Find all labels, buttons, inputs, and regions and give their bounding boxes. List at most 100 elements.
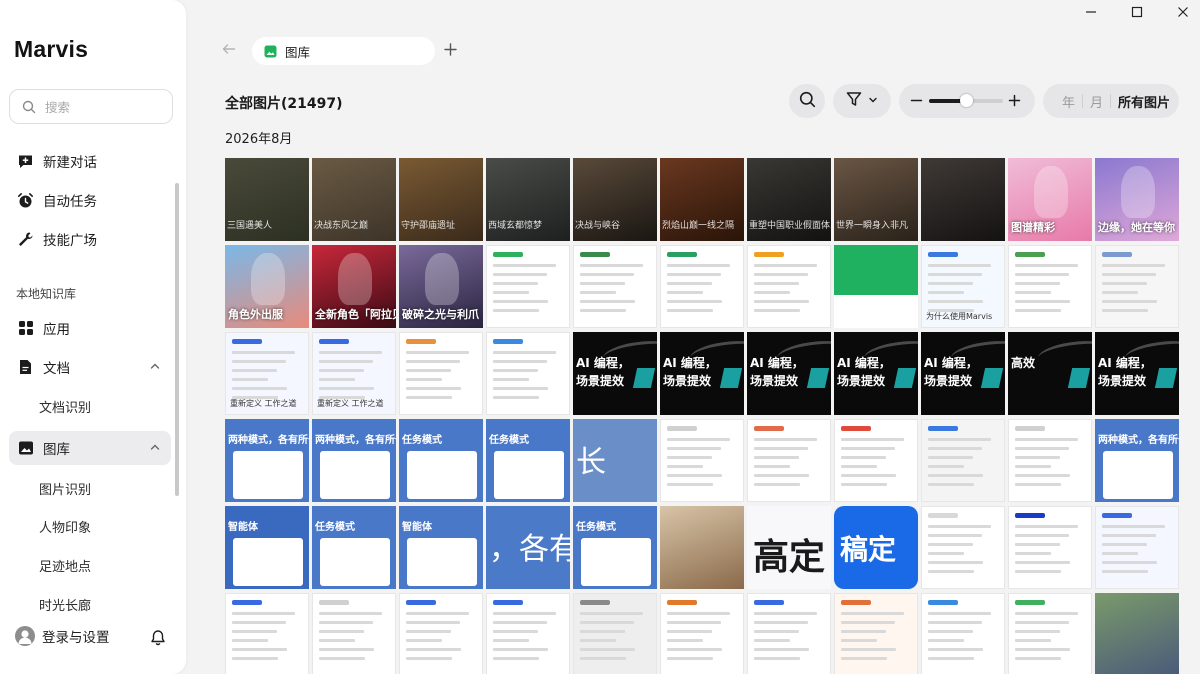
photo-thumbnail[interactable]: 稿定 bbox=[834, 506, 918, 589]
zoom-slider[interactable] bbox=[929, 94, 1003, 107]
maximize-icon[interactable] bbox=[1129, 4, 1145, 20]
photo-thumbnail[interactable]: 烈焰山巅一线之隔 bbox=[660, 158, 744, 241]
photo-thumbnail[interactable]: 全新角色「阿拉贝拉」 bbox=[312, 245, 396, 328]
sidebar-item-people[interactable]: 人物印象 bbox=[9, 509, 171, 543]
photo-thumbnail[interactable]: AI 编程， 场景提效 bbox=[834, 332, 918, 415]
photo-thumbnail[interactable] bbox=[921, 593, 1005, 674]
photo-thumbnail[interactable] bbox=[1095, 245, 1179, 328]
login-settings-button[interactable]: 登录与设置 bbox=[15, 626, 110, 646]
photo-thumbnail[interactable] bbox=[921, 506, 1005, 589]
photo-thumbnail[interactable] bbox=[1008, 593, 1092, 674]
photo-thumbnail[interactable] bbox=[573, 245, 657, 328]
photo-thumbnail[interactable] bbox=[486, 593, 570, 674]
photo-thumbnail[interactable] bbox=[312, 593, 396, 674]
photo-thumbnail[interactable] bbox=[1008, 245, 1092, 328]
sidebar-item-apps[interactable]: 应用 bbox=[9, 311, 171, 345]
photo-thumbnail[interactable] bbox=[660, 245, 744, 328]
sidebar-item-places[interactable]: 足迹地点 bbox=[9, 548, 171, 582]
photo-thumbnail[interactable]: 任务模式 bbox=[573, 506, 657, 589]
segment-year[interactable]: 年 bbox=[1055, 92, 1082, 111]
photo-thumbnail[interactable]: 三国遇美人 bbox=[225, 158, 309, 241]
sidebar-item-documents[interactable]: 文档 bbox=[9, 350, 171, 384]
photo-thumbnail[interactable]: 决战与峡谷 bbox=[573, 158, 657, 241]
sidebar-item-doc-recognition[interactable]: 文档识别 bbox=[9, 389, 171, 423]
photo-thumbnail[interactable]: AI 编程， 场景提效 bbox=[573, 332, 657, 415]
photo-thumbnail[interactable]: 重塑中国职业假面体系 bbox=[747, 158, 831, 241]
chevron-up-icon[interactable] bbox=[149, 360, 161, 372]
photo-thumbnail[interactable] bbox=[486, 332, 570, 415]
photo-thumbnail[interactable] bbox=[486, 245, 570, 328]
photo-thumbnail[interactable] bbox=[921, 158, 1005, 241]
photo-thumbnail[interactable]: 边缘，她在等你 bbox=[1095, 158, 1179, 241]
photo-thumbnail[interactable] bbox=[834, 245, 918, 328]
photo-thumbnail[interactable] bbox=[660, 419, 744, 502]
search-button[interactable] bbox=[789, 84, 825, 118]
photo-thumbnail[interactable] bbox=[399, 593, 483, 674]
segment-all-photos[interactable]: 所有图片 bbox=[1111, 92, 1177, 111]
minimize-icon[interactable] bbox=[1083, 4, 1099, 20]
photo-thumbnail[interactable]: 任务模式 bbox=[486, 419, 570, 502]
zoom-slider-knob[interactable] bbox=[960, 94, 973, 107]
photo-thumbnail[interactable]: 两种模式，各有所长 bbox=[1095, 419, 1179, 502]
sidebar-item-skills[interactable]: 技能广场 bbox=[9, 222, 171, 256]
photo-thumbnail[interactable] bbox=[660, 593, 744, 674]
photo-thumbnail[interactable]: 西域玄都惊梦 bbox=[486, 158, 570, 241]
photo-thumbnail[interactable]: 守护邵庙遗址 bbox=[399, 158, 483, 241]
photo-thumbnail[interactable]: 任务模式 bbox=[399, 419, 483, 502]
photo-thumbnail[interactable] bbox=[747, 245, 831, 328]
photo-thumbnail[interactable]: AI 编程， 场景提效 bbox=[747, 332, 831, 415]
photo-thumbnail[interactable] bbox=[1095, 593, 1179, 674]
photo-thumbnail[interactable] bbox=[921, 419, 1005, 502]
thumbnail-headline: AI 编程， bbox=[663, 356, 717, 370]
photo-thumbnail[interactable] bbox=[1008, 506, 1092, 589]
photo-thumbnail[interactable]: 为什么使用Marvis bbox=[921, 245, 1005, 328]
zoom-in-icon[interactable] bbox=[1008, 94, 1021, 111]
photo-thumbnail[interactable] bbox=[834, 593, 918, 674]
photo-thumbnail[interactable]: 高效 bbox=[1008, 332, 1092, 415]
tab-gallery[interactable]: 图库 bbox=[252, 37, 435, 65]
photo-thumbnail[interactable]: AI 编程， 场景提效 bbox=[921, 332, 1005, 415]
photo-thumbnail[interactable] bbox=[660, 506, 744, 589]
zoom-out-icon[interactable] bbox=[910, 94, 923, 111]
sidebar-item-auto-task[interactable]: 自动任务 bbox=[9, 183, 171, 217]
segment-month[interactable]: 月 bbox=[1083, 92, 1110, 111]
photo-thumbnail[interactable]: 两种模式，各有所长 bbox=[225, 419, 309, 502]
photo-thumbnail[interactable]: 重新定义 工作之道 bbox=[312, 332, 396, 415]
photo-thumbnail[interactable]: 决战东风之巅 bbox=[312, 158, 396, 241]
new-tab-plus-icon[interactable] bbox=[444, 43, 457, 60]
back-arrow-icon[interactable] bbox=[222, 42, 236, 60]
bell-icon[interactable] bbox=[150, 629, 166, 650]
sidebar-item-timeline[interactable]: 时光长廊 bbox=[9, 587, 171, 621]
filter-button[interactable] bbox=[833, 84, 891, 118]
photo-thumbnail[interactable]: 破碎之光与利爪 bbox=[399, 245, 483, 328]
photo-thumbnail[interactable]: 高定 bbox=[747, 506, 831, 589]
photo-thumbnail[interactable]: AI 编程， 场景提效 bbox=[660, 332, 744, 415]
photo-thumbnail[interactable] bbox=[399, 332, 483, 415]
close-icon[interactable] bbox=[1175, 4, 1191, 20]
photo-thumbnail[interactable]: 两种模式，各有所长 bbox=[312, 419, 396, 502]
photo-thumbnail[interactable]: 任务模式 bbox=[312, 506, 396, 589]
photo-thumbnail[interactable] bbox=[1095, 506, 1179, 589]
photo-thumbnail[interactable] bbox=[834, 419, 918, 502]
photo-thumbnail[interactable] bbox=[747, 419, 831, 502]
photo-thumbnail[interactable]: 重新定义 工作之道 bbox=[225, 332, 309, 415]
photo-thumbnail[interactable] bbox=[225, 593, 309, 674]
search-icon bbox=[20, 98, 37, 115]
photo-thumbnail[interactable]: 世界一瞬身入非凡 bbox=[834, 158, 918, 241]
photo-thumbnail[interactable]: ，各有 bbox=[486, 506, 570, 589]
search-input[interactable]: 搜索 bbox=[9, 89, 173, 124]
photo-thumbnail[interactable]: 智能体 bbox=[225, 506, 309, 589]
sidebar-item-new-chat[interactable]: 新建对话 bbox=[9, 144, 171, 178]
photo-thumbnail[interactable] bbox=[747, 593, 831, 674]
sidebar-item-image-recognition[interactable]: 图片识别 bbox=[9, 471, 171, 505]
photo-thumbnail[interactable]: 角色外出服 bbox=[225, 245, 309, 328]
chevron-up-icon[interactable] bbox=[149, 441, 161, 453]
sidebar-item-gallery[interactable]: 图库 bbox=[9, 431, 171, 465]
photo-thumbnail[interactable]: 智能体 bbox=[399, 506, 483, 589]
photo-thumbnail[interactable]: 图谱精彩 bbox=[1008, 158, 1092, 241]
photo-thumbnail[interactable] bbox=[573, 593, 657, 674]
photo-thumbnail[interactable]: 长 bbox=[573, 419, 657, 502]
photo-thumbnail[interactable]: AI 编程， 场景提效 bbox=[1095, 332, 1179, 415]
photo-thumbnail[interactable] bbox=[1008, 419, 1092, 502]
sidebar-scrollbar[interactable] bbox=[175, 183, 179, 496]
